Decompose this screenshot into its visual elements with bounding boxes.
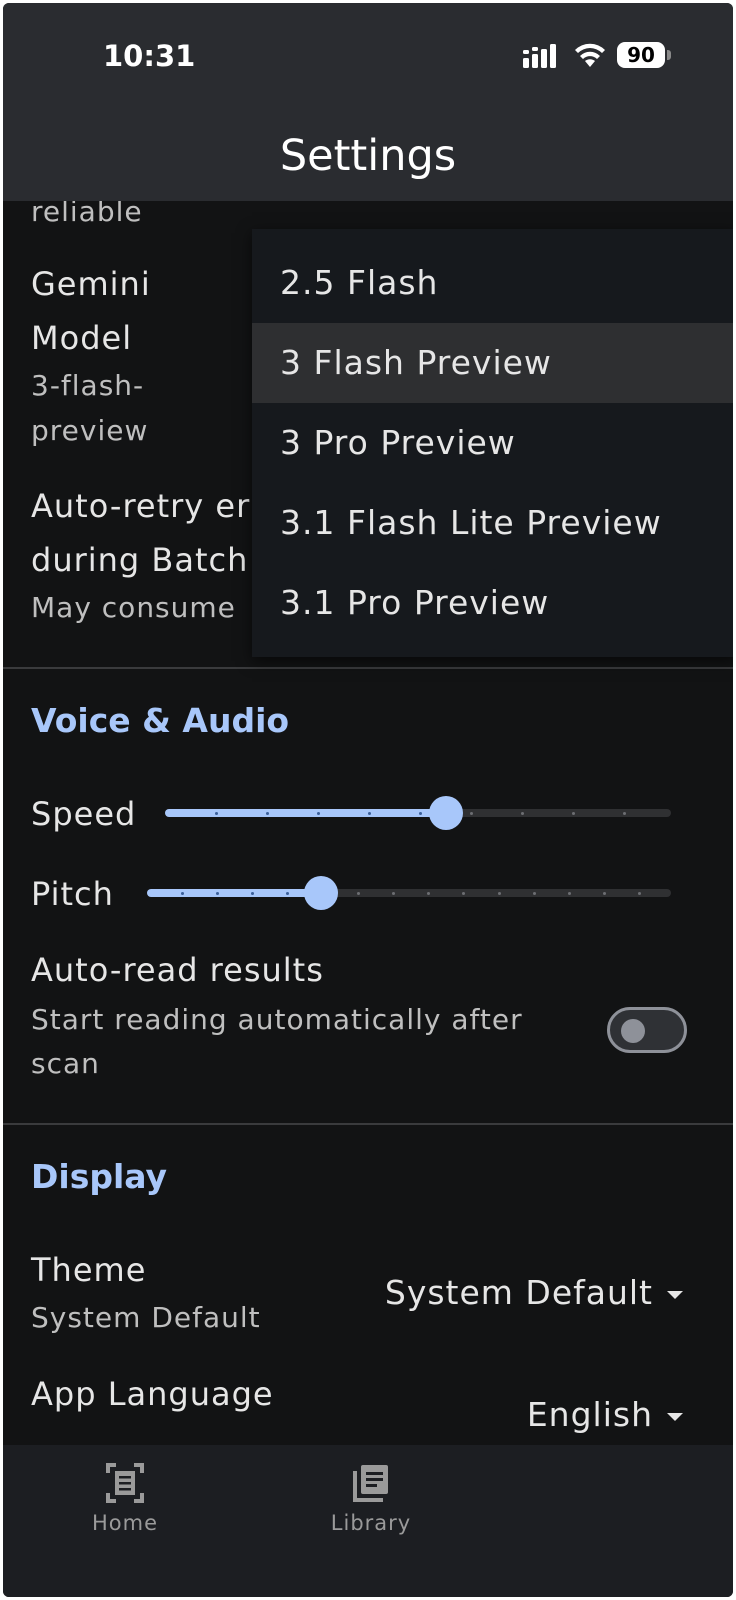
theme-description: System Default [31, 1301, 261, 1334]
slider-tick [567, 891, 571, 895]
slider-tick [215, 891, 219, 895]
theme-dropdown-value: System Default [384, 1273, 653, 1312]
gemini-model-label-2: Model [31, 319, 133, 357]
dropdown-arrow-icon [667, 1412, 683, 1421]
slider-tick [286, 891, 290, 895]
auto-read-description-2: scan [31, 1047, 100, 1080]
slider-tick [638, 891, 642, 895]
settings-list[interactable]: reliable Gemini Model 3-flash- preview A… [3, 201, 733, 1445]
section-header-display: Display [31, 1157, 168, 1196]
gemini-model-value-1: 3-flash- [31, 369, 145, 402]
theme-dropdown[interactable]: System Default [385, 1273, 683, 1312]
toggle-knob [621, 1019, 645, 1043]
app-language-setting[interactable]: App Language English [3, 1367, 733, 1445]
slider-tick [418, 811, 422, 815]
slider-tick [391, 891, 395, 895]
gemini-model-label-1: Gemini [31, 265, 151, 303]
model-dropdown-menu[interactable]: 2.5 Flash 3 Flash Preview 3 Pro Preview … [252, 229, 733, 657]
menu-item-3-pro-preview[interactable]: 3 Pro Preview [252, 403, 733, 483]
gemini-model-value-2: preview [31, 414, 149, 447]
theme-setting[interactable]: Theme System Default System Default [3, 1241, 733, 1351]
slider-tick [427, 891, 431, 895]
section-divider [3, 1123, 733, 1125]
gemini-model-setting[interactable]: Gemini Model 3-flash- preview [3, 249, 252, 459]
slider-tick [251, 891, 255, 895]
phone-screen: 10:31 90 Settings reliable Gemini Model … [3, 3, 733, 1597]
slider-tick [265, 811, 269, 815]
auto-retry-label-2: during Batch [31, 541, 249, 579]
auto-retry-setting[interactable]: Auto-retry er during Batch May consume [3, 471, 252, 631]
pitch-label: Pitch [31, 875, 114, 913]
slider-active-track [147, 889, 322, 897]
speed-slider[interactable] [165, 793, 675, 833]
section-divider [3, 667, 733, 669]
wifi-icon [575, 43, 605, 67]
page-title: Settings [279, 131, 457, 181]
slider-thumb[interactable] [304, 876, 339, 910]
status-time: 10:31 [103, 39, 196, 73]
status-bar: 10:31 90 [3, 3, 733, 113]
slider-tick [622, 811, 626, 815]
slider-tick [520, 811, 524, 815]
section-header-voice-audio: Voice & Audio [31, 701, 290, 740]
slider-tick [571, 811, 575, 815]
slider-thumb[interactable] [428, 796, 463, 830]
dropdown-arrow-icon [667, 1290, 683, 1299]
slider-tick [603, 891, 607, 895]
slider-tick [532, 891, 536, 895]
nav-home[interactable]: Home [55, 1463, 195, 1535]
menu-item-3-1-flash-lite-preview[interactable]: 3.1 Flash Lite Preview [252, 483, 733, 563]
language-dropdown-value: English [526, 1395, 653, 1434]
auto-retry-label-1: Auto-retry er [31, 487, 251, 525]
slider-tick [214, 811, 218, 815]
slider-tick [316, 811, 320, 815]
document-scanner-icon [106, 1463, 144, 1503]
auto-read-label: Auto-read results [31, 951, 324, 989]
auto-retry-description: May consume [31, 591, 236, 624]
app-bar: Settings [3, 113, 733, 201]
slider-active-track [165, 809, 446, 817]
slider-tick [180, 891, 184, 895]
nav-home-label: Home [91, 1511, 158, 1535]
battery-icon: 90 [617, 42, 665, 68]
cellular-signal-icon [523, 44, 556, 68]
slider-tick [469, 811, 473, 815]
menu-item-3-flash-preview[interactable]: 3 Flash Preview [252, 323, 733, 403]
slider-tick [356, 891, 360, 895]
pitch-slider[interactable] [147, 873, 675, 913]
auto-read-toggle[interactable] [607, 1007, 687, 1053]
menu-item-3-1-pro-preview[interactable]: 3.1 Pro Preview [252, 563, 733, 643]
truncated-description: reliable [31, 201, 143, 228]
battery-nub [667, 50, 671, 60]
library-books-icon [353, 1465, 388, 1502]
speed-label: Speed [31, 795, 137, 833]
app-language-label: App Language [31, 1375, 274, 1413]
menu-item-2-5-flash[interactable]: 2.5 Flash [252, 243, 733, 323]
language-dropdown[interactable]: English [527, 1395, 683, 1434]
slider-inactive-track [449, 809, 671, 817]
nav-library[interactable]: Library [301, 1463, 441, 1535]
nav-library-label: Library [330, 1511, 412, 1535]
bottom-navigation: Home Library [3, 1445, 733, 1597]
auto-read-description-1: Start reading automatically after [31, 1003, 523, 1036]
slider-tick [367, 811, 371, 815]
slider-tick [497, 891, 501, 895]
slider-tick [462, 891, 466, 895]
theme-label: Theme [31, 1251, 147, 1289]
